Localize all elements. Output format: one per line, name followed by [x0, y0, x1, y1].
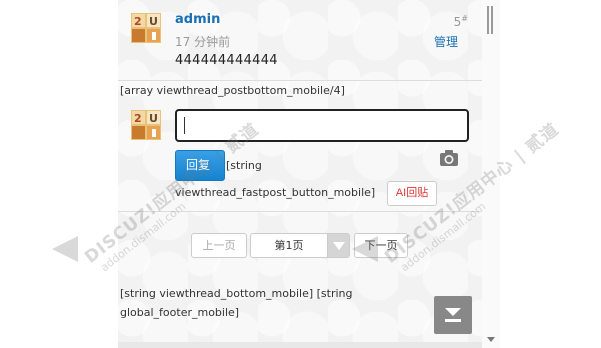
prev-page-button[interactable]: 上一页	[191, 233, 247, 258]
author-name[interactable]: admin	[175, 12, 220, 27]
current-user-avatar: 2 U	[131, 110, 161, 140]
floor-mark: #	[461, 14, 468, 23]
watermark-arrow	[52, 236, 78, 262]
author-avatar[interactable]: 2 U	[131, 13, 161, 43]
watermark-arrow	[352, 236, 378, 262]
post-content: 444444444444	[175, 53, 278, 68]
svg-text:U: U	[149, 15, 158, 28]
avatar-image: 2 U	[131, 110, 161, 140]
fastpost-placeholder-line1: [string	[226, 159, 262, 172]
divider	[118, 211, 482, 212]
text-caret	[184, 117, 185, 134]
svg-text:U: U	[149, 112, 158, 125]
footer-bar	[118, 342, 482, 348]
scroll-to-bottom-button[interactable]	[434, 296, 472, 334]
floor-number: 5#	[454, 14, 468, 29]
camera-icon[interactable]	[439, 149, 459, 167]
svg-text:2: 2	[134, 112, 142, 125]
postbottom-placeholder: [array viewthread_postbottom_mobile/4]	[120, 84, 345, 97]
bottom-placeholder-line1: [string viewthread_bottom_mobile] [strin…	[120, 287, 353, 300]
avatar-image: 2 U	[131, 13, 161, 43]
scrollbar-track[interactable]	[482, 0, 500, 348]
arrow-down-bar-icon	[445, 308, 461, 322]
post-time: 17 分钟前	[175, 35, 231, 49]
ai-reply-button[interactable]: AI回贴	[387, 181, 437, 206]
chevron-down-icon	[333, 242, 345, 250]
thread-page: 2 U admin 17 分钟前 5# 管理 444444444444 [arr…	[118, 0, 482, 348]
reply-input[interactable]	[175, 109, 469, 142]
divider	[118, 80, 482, 81]
fastpost-placeholder-line2: viewthread_fastpost_button_mobile]	[175, 186, 376, 199]
scroll-down-arrow-icon[interactable]	[487, 337, 495, 342]
scrollbar-thumb[interactable]	[487, 6, 493, 34]
reply-button[interactable]: 回复	[175, 150, 225, 181]
page-select[interactable]: 第1页	[250, 233, 350, 258]
manage-link[interactable]: 管理	[434, 33, 458, 50]
page-select-value: 第1页	[274, 239, 304, 252]
page-select-toggle[interactable]	[327, 234, 349, 257]
bottom-placeholder-line2: global_footer_mobile]	[120, 306, 240, 319]
svg-text:2: 2	[134, 15, 142, 28]
